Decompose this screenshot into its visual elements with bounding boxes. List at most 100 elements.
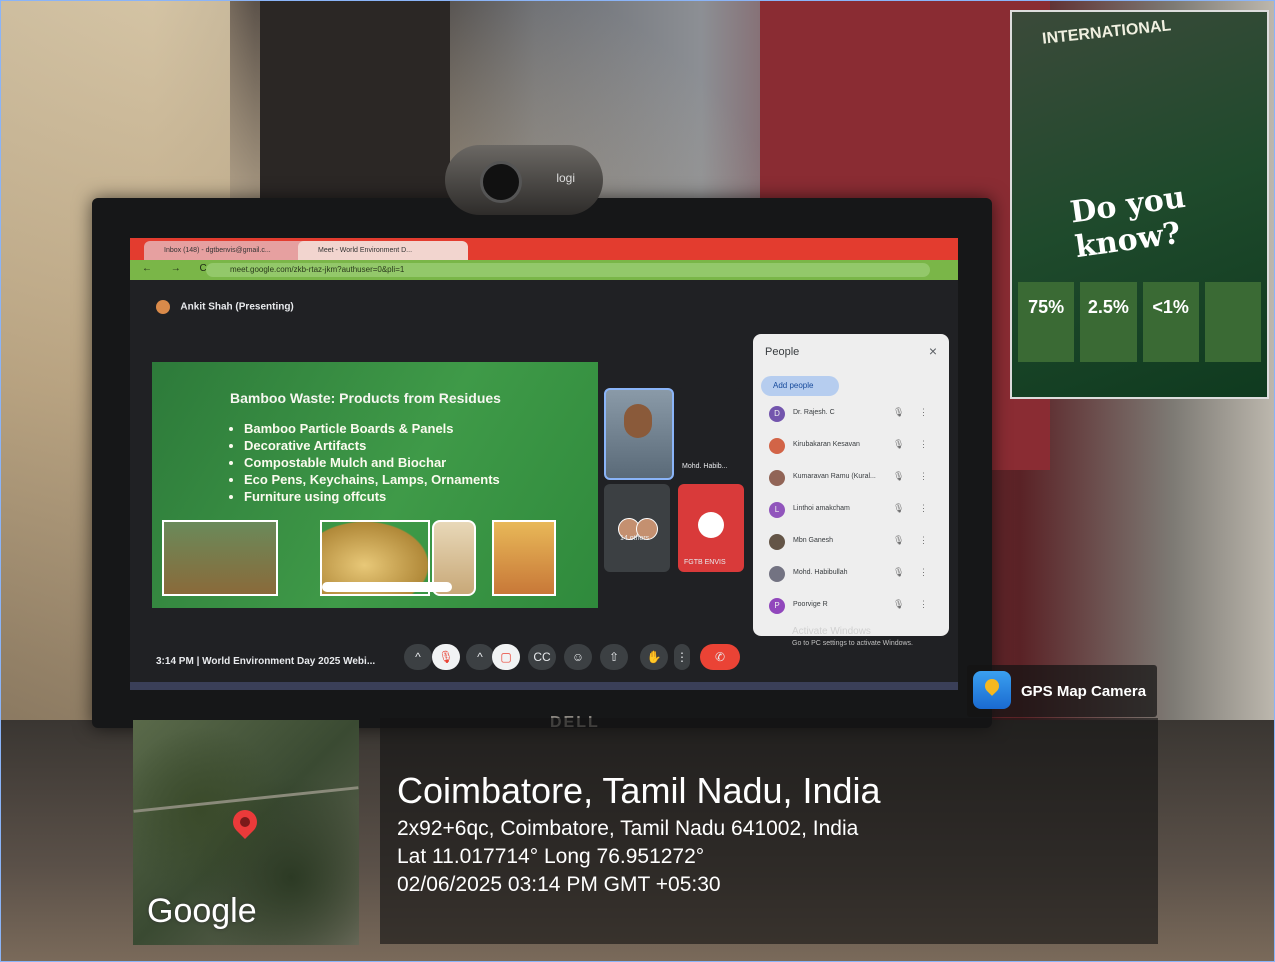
- poster-headline: Do you know?: [1068, 179, 1188, 266]
- satellite-map: Google: [133, 720, 359, 945]
- avatar: [769, 438, 785, 454]
- more-vert-icon[interactable]: ⋮: [919, 503, 928, 514]
- people-panel: People × Add people D Dr. Rajesh. C 🎙 ⋮ Kiru…: [753, 334, 949, 636]
- participant-tile-others[interactable]: 14 others: [604, 484, 670, 572]
- location-datetime: 02/06/2025 03:14 PM GMT +05:30: [397, 873, 721, 896]
- google-logo: Google: [147, 892, 257, 930]
- gps-camera-icon: [973, 671, 1011, 709]
- participant-tile-habib[interactable]: Mohd. Habib...: [676, 388, 742, 476]
- mic-toggle-button[interactable]: 🎙: [432, 644, 460, 670]
- webcam: logi: [445, 145, 603, 215]
- avatar: [769, 566, 785, 582]
- location-coordinates: Lat 11.017714° Long 76.951272°: [397, 845, 705, 868]
- tab-meet[interactable]: Meet - World Environment D...: [298, 241, 468, 260]
- mic-off-icon[interactable]: 🎙: [893, 439, 904, 450]
- map-pin-icon: [982, 676, 1002, 696]
- participant-row[interactable]: Kumaravan Ramu (Kural... 🎙 ⋮: [769, 468, 939, 490]
- participant-name: Mohd. Habib...: [682, 463, 728, 470]
- participant-row[interactable]: P Poorvige R 🎙 ⋮: [769, 596, 939, 618]
- present-button[interactable]: ⇧: [600, 644, 628, 670]
- more-vert-icon[interactable]: ⋮: [919, 407, 928, 418]
- end-call-button[interactable]: ✆: [700, 644, 740, 670]
- mic-off-icon[interactable]: 🎙: [893, 535, 904, 546]
- location-city: Coimbatore, Tamil Nadu, India: [397, 770, 881, 811]
- poster-stat: [1204, 282, 1261, 362]
- activate-windows-title: Activate Windows: [792, 626, 871, 637]
- slide-bullet: Eco Pens, Keychains, Lamps, Ornaments: [244, 471, 500, 488]
- slide-bullets: Bamboo Particle Boards & Panels Decorati…: [230, 420, 500, 505]
- poster-stat: 75%: [1018, 282, 1075, 362]
- people-panel-title: People: [765, 346, 800, 358]
- browser-addressbar: ← → C meet.google.com/zkb-rtaz-jkm?authu…: [130, 260, 958, 280]
- presentation-control-bar[interactable]: [322, 582, 452, 592]
- poster-stat: <1%: [1142, 282, 1199, 362]
- mic-off-icon[interactable]: 🎙: [893, 503, 904, 514]
- avatar: D: [769, 406, 785, 422]
- participant-tile-speaker[interactable]: [604, 388, 674, 480]
- participant-row[interactable]: Mohd. Habibullah 🎙 ⋮: [769, 564, 939, 586]
- photo-scene: INTERNATIONAL Do you know? 75% 2.5% <1% …: [0, 0, 1275, 962]
- add-people-button[interactable]: Add people: [761, 376, 839, 396]
- captions-button[interactable]: CC: [528, 644, 556, 670]
- participant-name: Poorvige R: [793, 601, 828, 608]
- participant-video: [624, 404, 652, 438]
- participant-name: Dr. Rajesh. C: [793, 409, 835, 416]
- background-door: [260, 0, 450, 220]
- more-vert-icon[interactable]: ⋮: [919, 439, 928, 450]
- slide-bullet: Decorative Artifacts: [244, 437, 500, 454]
- slide-bullet: Furniture using offcuts: [244, 488, 500, 505]
- participant-row[interactable]: L Linthoi amakcham 🎙 ⋮: [769, 500, 939, 522]
- browser-tabbar: Inbox (148) - dgtbenvis@gmail.c... Meet …: [130, 238, 958, 260]
- participant-row[interactable]: D Dr. Rajesh. C 🎙 ⋮: [769, 404, 939, 426]
- more-vert-icon[interactable]: ⋮: [919, 535, 928, 546]
- gps-app-badge: GPS Map Camera: [967, 665, 1157, 717]
- participant-name: FGTB ENVIS: [684, 559, 726, 566]
- slide-bullet: Bamboo Particle Boards & Panels: [244, 420, 500, 437]
- mic-off-icon[interactable]: 🎙: [893, 599, 904, 610]
- mic-off-icon[interactable]: 🎙: [893, 471, 904, 482]
- poster-banner: INTERNATIONAL: [1041, 17, 1172, 48]
- camera-options-button[interactable]: ^: [466, 644, 494, 670]
- mic-off-icon[interactable]: 🎙: [893, 407, 904, 418]
- mic-off-icon[interactable]: 🎙: [893, 567, 904, 578]
- activate-windows-sub: Go to PC settings to activate Windows.: [792, 640, 913, 647]
- slide-bullet: Compostable Mulch and Biochar: [244, 454, 500, 471]
- info-poster: INTERNATIONAL Do you know? 75% 2.5% <1%: [1010, 10, 1269, 399]
- participant-row[interactable]: Mbn Ganesh 🎙 ⋮: [769, 532, 939, 554]
- nav-buttons[interactable]: ← → C: [142, 263, 215, 274]
- slide-image-crafts: [492, 520, 556, 596]
- envis-logo-icon: [698, 512, 724, 538]
- windows-taskbar: [130, 682, 958, 690]
- mic-options-button[interactable]: ^: [404, 644, 432, 670]
- avatar: [769, 534, 785, 550]
- presenter-name: Ankit Shah (Presenting): [180, 301, 294, 313]
- participant-name: Kumaravan Ramu (Kural...: [793, 473, 876, 480]
- emoji-button[interactable]: ☺: [564, 644, 592, 670]
- avatar: P: [769, 598, 785, 614]
- webcam-brand: logi: [556, 171, 575, 185]
- close-icon[interactable]: ×: [929, 343, 937, 359]
- participant-row[interactable]: Kirubakaran Kesavan 🎙 ⋮: [769, 436, 939, 458]
- presenter-avatar: [156, 300, 170, 314]
- more-vert-icon[interactable]: ⋮: [919, 567, 928, 578]
- participant-name: Mbn Ganesh: [793, 537, 834, 544]
- url-input[interactable]: meet.google.com/zkb-rtaz-jkm?authuser=0&…: [206, 263, 930, 277]
- more-options-button[interactable]: ⋮: [674, 644, 690, 670]
- participant-tile-fgtb[interactable]: FGTB ENVIS: [678, 484, 744, 572]
- poster-stats: 75% 2.5% <1%: [1012, 282, 1267, 362]
- participant-name: Mohd. Habibullah: [793, 569, 848, 576]
- participant-name: Kirubakaran Kesavan: [793, 441, 860, 448]
- raise-hand-button[interactable]: ✋: [640, 644, 668, 670]
- more-vert-icon[interactable]: ⋮: [919, 471, 928, 482]
- tab-inbox[interactable]: Inbox (148) - dgtbenvis@gmail.c...: [144, 241, 314, 260]
- webcam-lens-icon: [480, 161, 522, 203]
- location-address: 2x92+6qc, Coimbatore, Tamil Nadu 641002,…: [397, 817, 859, 840]
- others-count: 14 others: [620, 535, 650, 542]
- presentation-slide: Bamboo Waste: Products from Residues Bam…: [152, 362, 598, 608]
- camera-toggle-button[interactable]: ▢: [492, 644, 520, 670]
- slide-title: Bamboo Waste: Products from Residues: [230, 390, 501, 406]
- avatar: L: [769, 502, 785, 518]
- location-pin-icon: [228, 805, 262, 839]
- slide-image-furniture: [162, 520, 278, 596]
- more-vert-icon[interactable]: ⋮: [919, 599, 928, 610]
